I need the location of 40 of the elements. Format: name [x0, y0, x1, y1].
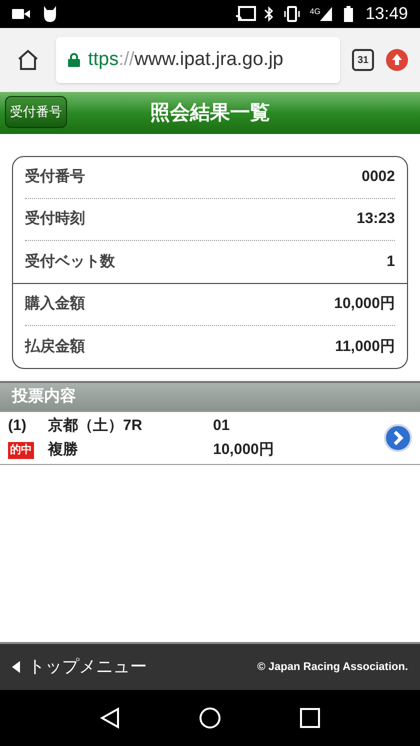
lock-icon [68, 53, 80, 67]
field-label: 購入金額 [25, 294, 85, 314]
recents-icon[interactable] [300, 708, 320, 728]
bet-row[interactable]: (1) 京都（土）7R 01 的中 複勝 10,000円 [0, 411, 420, 465]
bet-amount: 10,000円 [213, 440, 275, 460]
cast-icon [236, 6, 256, 22]
race-name: 京都（土）7R [48, 416, 144, 436]
back-button[interactable]: 受付番号 [5, 96, 67, 128]
field-value: 0002 [362, 167, 395, 188]
back-icon[interactable] [100, 707, 120, 729]
field-label: 受付ベット数 [25, 252, 115, 272]
caret-icon [12, 661, 20, 673]
field-label: 払戻金額 [25, 336, 85, 357]
horse-number: 01 [213, 416, 231, 436]
battery-icon [344, 6, 354, 22]
field-value: 11,000円 [334, 336, 395, 357]
cat-icon [42, 5, 58, 23]
win-badge: 的中 [8, 442, 34, 458]
upload-icon[interactable] [386, 49, 408, 71]
bet-type: 複勝 [48, 440, 79, 460]
signal-icon [320, 7, 332, 21]
camera-icon [12, 8, 30, 20]
bet-number: (1) [8, 416, 28, 436]
field-value: 10,000円 [334, 294, 395, 314]
clock: 13:49 [365, 3, 408, 26]
copyright-text: © Japan Racing Association. [257, 660, 408, 675]
top-menu-link[interactable]: トップメニュー [12, 654, 147, 680]
field-label: 受付番号 [25, 167, 85, 188]
bluetooth-icon [264, 6, 274, 22]
page-title: 照会結果一覧 [150, 101, 270, 126]
network-label: 4G [310, 6, 320, 18]
field-label: 受付時刻 [25, 209, 85, 230]
vibrate-icon [282, 6, 302, 22]
chevron-icon[interactable] [384, 424, 412, 452]
section-title: 投票内容 [12, 386, 76, 407]
home-icon[interactable] [198, 707, 221, 729]
url-field[interactable]: ttps://www.ipat.jra.go.jp [56, 37, 340, 83]
field-value: 13:23 [356, 209, 395, 230]
calendar-icon[interactable]: 31 [352, 49, 374, 71]
field-value: 1 [386, 252, 395, 272]
